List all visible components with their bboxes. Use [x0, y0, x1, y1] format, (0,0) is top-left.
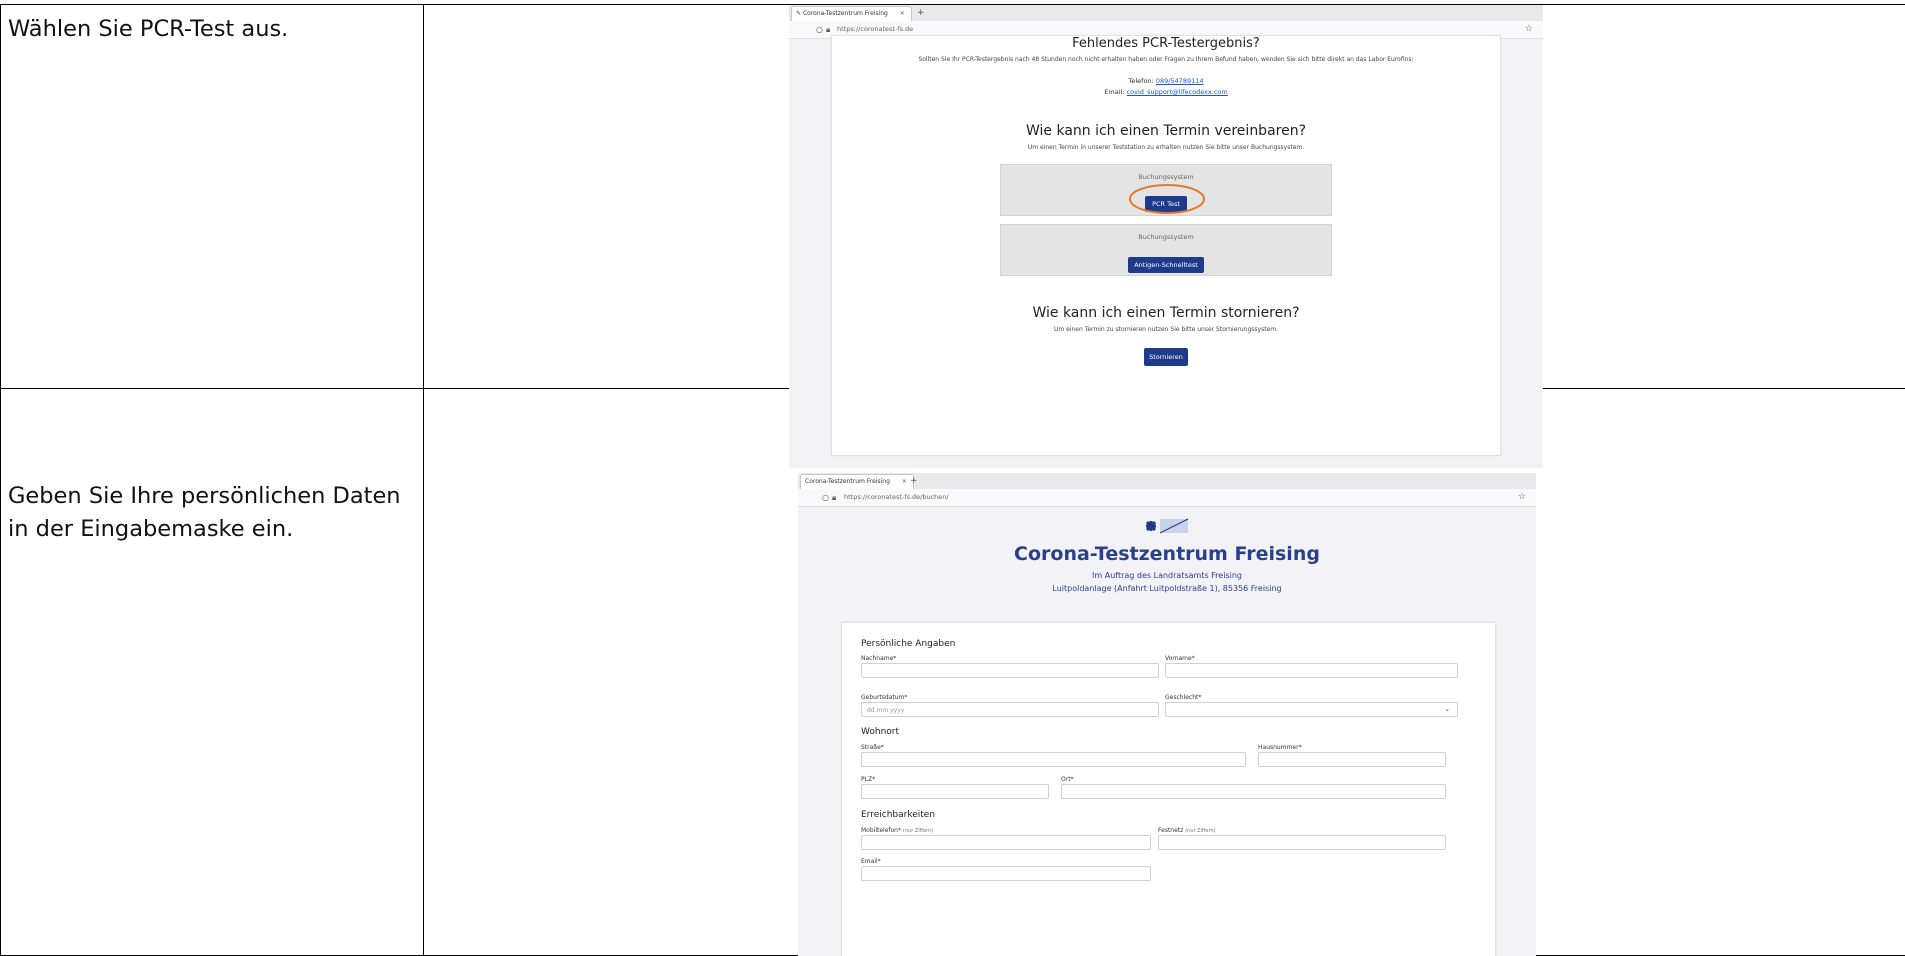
screenshot-booking-form: Corona-Testzentrum Freising × + ○ 🔒︎ htt… [798, 473, 1536, 956]
booking-system-label: Buchungssystem [1138, 173, 1194, 181]
booking-form: Persönliche Angaben Nachname* Vorname* G… [841, 622, 1496, 956]
booking-heading: Wie kann ich einen Termin vereinbaren? [1025, 123, 1307, 139]
testzentrum-logo [1142, 515, 1192, 537]
mobile-input[interactable] [861, 835, 1151, 850]
housenumber-label: Hausnummer* [1258, 744, 1302, 751]
browser-tab[interactable]: ✎ Corona-Testzentrum Freising × [791, 6, 912, 22]
city-label: Ort* [1061, 776, 1074, 783]
personal-data-heading: Persönliche Angaben [861, 639, 956, 649]
street-label: Straße* [861, 744, 884, 751]
browser-tab-bar: ✎ Corona-Testzentrum Freising × + [789, 5, 1543, 22]
pcr-booking-box: Buchungssystem PCR Test [1000, 164, 1332, 216]
street-input[interactable] [861, 752, 1246, 767]
email-input[interactable] [861, 866, 1151, 881]
feather-icon: ✎ [796, 10, 802, 17]
zip-input[interactable] [861, 784, 1049, 799]
antigen-booking-box: Buchungssystem Antigen-Schnelltest [1000, 224, 1332, 276]
close-tab-icon[interactable]: × [900, 10, 905, 17]
shield-icon: ○ [822, 493, 829, 502]
screenshot-pcr-selection: ✎ Corona-Testzentrum Freising × + ○ 🔒︎ h… [789, 5, 1543, 468]
step-2-instruction: Geben Sie Ihre persönlichen Daten in der… [8, 483, 401, 542]
booking-system-label: Buchungssystem [1138, 233, 1194, 241]
lock-icon: 🔒︎ [826, 25, 831, 34]
missing-result-heading: Fehlendes PCR-Testergebnis? [1072, 36, 1260, 51]
landline-hint: (nur Ziffern) [1185, 828, 1216, 834]
birthdate-input[interactable]: dd.mm.yyyy [861, 702, 1159, 717]
close-tab-icon[interactable]: × [902, 478, 907, 485]
booking-text: Um einen Termin in unserer Teststation z… [1027, 144, 1305, 151]
browser-tab-title: Corona-Testzentrum Freising [802, 10, 888, 17]
gender-select[interactable]: ⌄ [1165, 702, 1458, 717]
cancel-text: Um einen Termin zu stornieren nutzen Sie… [1053, 326, 1278, 333]
cancel-heading: Wie kann ich einen Termin stornieren? [1032, 305, 1300, 321]
email-label: Email* [861, 858, 881, 865]
mobile-label: Mobiltelefon* (nur Ziffern) [861, 827, 934, 834]
antigen-test-button[interactable]: Antigen-Schnelltest [1128, 257, 1204, 273]
browser-tab[interactable]: Corona-Testzentrum Freising × [800, 474, 914, 490]
landline-input[interactable] [1158, 835, 1446, 850]
phone-label: Telefon: [1128, 77, 1154, 85]
cancel-booking-button[interactable]: Stornieren [1144, 348, 1188, 366]
residence-heading: Wohnort [861, 727, 900, 737]
shield-icon: ○ [816, 25, 823, 34]
browser-tab-bar: Corona-Testzentrum Freising × + [798, 473, 1536, 490]
chevron-down-icon: ⌄ [1444, 705, 1450, 713]
new-tab-icon[interactable]: + [910, 474, 918, 488]
address-bar[interactable]: ○ 🔒︎ https://coronatest-fs.de/buchen/ ☆ [798, 489, 1536, 507]
lab-phone-link[interactable]: 089/54789114 [1156, 77, 1204, 85]
gender-label: Geschlecht* [1165, 694, 1202, 701]
landline-label: Festnetz (nur Ziffern) [1158, 827, 1216, 834]
site-subtitle-2: Luitpoldanlage (Anfahrt Luitpoldstraße 1… [1052, 584, 1282, 593]
contact-heading: Erreichbarkeiten [861, 810, 936, 820]
lab-email-line: Email: covid_support@lifecodexx.com [832, 88, 1500, 96]
birthdate-label: Geburtsdatum* [861, 694, 908, 701]
housenumber-input[interactable] [1258, 752, 1446, 767]
firstname-input[interactable] [1165, 663, 1458, 678]
lastname-input[interactable] [861, 663, 1159, 678]
mobile-hint: (nur Ziffern) [902, 828, 934, 834]
site-subtitle-1: Im Auftrag des Landratsamts Freising [1092, 571, 1242, 580]
new-tab-icon[interactable]: + [917, 6, 925, 20]
web-page: Corona-Testzentrum Freising Im Auftrag d… [798, 507, 1536, 956]
highlight-ellipse [1129, 184, 1205, 214]
site-title: Corona-Testzentrum Freising [1014, 543, 1320, 565]
firstname-label: Vorname* [1165, 655, 1195, 662]
url-text: https://coronatest-fs.de/buchen/ [844, 493, 949, 501]
missing-result-text: Sollten Sie Ihr PCR-Testergebnis nach 48… [918, 56, 1414, 63]
zip-label: PLZ* [861, 776, 876, 783]
city-input[interactable] [1061, 784, 1446, 799]
lock-icon: 🔒︎ [832, 493, 837, 502]
lastname-label: Nachname* [861, 655, 897, 662]
step-1-instruction: Wählen Sie PCR-Test aus. [8, 16, 289, 42]
birthdate-placeholder: dd.mm.yyyy [867, 707, 905, 714]
lab-email-link[interactable]: covid_support@lifecodexx.com [1127, 88, 1228, 96]
content-card: Fehlendes PCR-Testergebnis? Sollten Sie … [831, 35, 1501, 456]
table-column-divider [423, 4, 424, 956]
bookmark-star-icon[interactable]: ☆ [1518, 489, 1526, 506]
browser-tab-title: Corona-Testzentrum Freising [805, 478, 890, 485]
table-border-left [0, 4, 1, 956]
email-label: Email: [1104, 88, 1125, 96]
lab-phone-line: Telefon: 089/54789114 [832, 77, 1500, 85]
web-page: Fehlendes PCR-Testergebnis? Sollten Sie … [789, 35, 1543, 468]
bookmark-star-icon[interactable]: ☆ [1525, 21, 1533, 38]
